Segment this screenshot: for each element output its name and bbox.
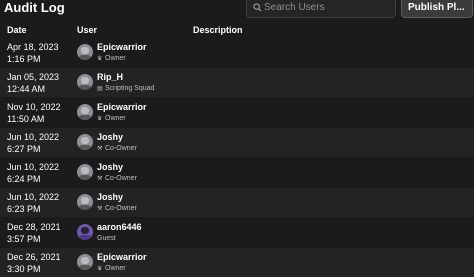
table-row[interactable]: Jun 10, 2022 6:24 PM Joshy ⚒ Co-Owner bbox=[0, 158, 474, 187]
role-label: Owner bbox=[105, 265, 126, 272]
avatar-body bbox=[79, 205, 91, 210]
row-datetime: Dec 28, 2021 3:57 PM bbox=[7, 221, 61, 245]
row-date: Jun 10, 2022 bbox=[7, 132, 60, 142]
row-time: 3:30 PM bbox=[7, 264, 41, 274]
search-input[interactable] bbox=[264, 0, 392, 15]
user-role: ♛ Owner bbox=[97, 265, 126, 272]
avatar-body bbox=[79, 145, 91, 150]
user-role: Guest bbox=[97, 235, 116, 242]
table-row[interactable]: Jun 10, 2022 6:27 PM Joshy ⚒ Co-Owner bbox=[0, 128, 474, 157]
role-label: Co-Owner bbox=[105, 145, 137, 152]
row-date: Jun 10, 2022 bbox=[7, 162, 60, 172]
username-link[interactable]: aaron6446 bbox=[97, 222, 142, 232]
table-row[interactable]: Jun 10, 2022 6:23 PM Joshy ⚒ Co-Owner bbox=[0, 188, 474, 217]
avatar[interactable] bbox=[77, 134, 93, 150]
row-time: 12:44 AM bbox=[7, 84, 46, 94]
username-link[interactable]: Rip_H bbox=[97, 72, 123, 82]
avatar-head bbox=[81, 137, 89, 144]
wrench-icon: ⚒ bbox=[97, 176, 103, 182]
wrench-icon: ⚒ bbox=[97, 206, 103, 212]
table-row[interactable]: Dec 26, 2021 3:30 PM Epicwarrior ♛ Owner bbox=[0, 248, 474, 277]
script-icon: ▤ bbox=[97, 86, 103, 92]
role-label: Co-Owner bbox=[105, 175, 137, 182]
role-label: Guest bbox=[97, 235, 116, 242]
table-row[interactable]: Jan 05, 2023 12:44 AM Rip_H ▤ Scripting Squa… bbox=[0, 68, 474, 97]
table-row[interactable]: Dec 28, 2021 3:57 PM aaron6446 Guest bbox=[0, 218, 474, 247]
publish-button[interactable]: Publish Pl... bbox=[401, 0, 473, 18]
avatar[interactable] bbox=[77, 224, 93, 240]
avatar-body bbox=[79, 235, 91, 240]
wrench-icon: ⚒ bbox=[97, 146, 103, 152]
row-time: 11:50 AM bbox=[7, 114, 45, 124]
crown-icon: ♛ bbox=[97, 266, 103, 272]
avatar-body bbox=[79, 175, 91, 180]
avatar-head bbox=[81, 257, 89, 264]
username-link[interactable]: Joshy bbox=[97, 192, 123, 202]
table-row[interactable]: Nov 10, 2022 11:50 AM Epicwarrior ♛ Owner bbox=[0, 98, 474, 127]
row-date: Dec 28, 2021 bbox=[7, 222, 61, 232]
avatar-head bbox=[81, 47, 89, 54]
avatar[interactable] bbox=[77, 194, 93, 210]
crown-icon: ♛ bbox=[97, 116, 103, 122]
avatar-head bbox=[81, 167, 89, 174]
username-link[interactable]: Epicwarrior bbox=[97, 42, 147, 52]
role-label: Scripting Squad bbox=[105, 85, 155, 92]
column-header-description[interactable]: Description bbox=[193, 25, 243, 35]
user-role: ⚒ Co-Owner bbox=[97, 145, 137, 152]
column-header-date[interactable]: Date bbox=[7, 25, 27, 35]
header: Audit Log Publish Pl... bbox=[0, 0, 474, 22]
row-date: Jun 10, 2022 bbox=[7, 192, 60, 202]
row-datetime: Apr 18, 2023 1:16 PM bbox=[7, 41, 59, 65]
row-date: Dec 26, 2021 bbox=[7, 252, 61, 262]
row-time: 6:24 PM bbox=[7, 174, 41, 184]
username-link[interactable]: Joshy bbox=[97, 132, 123, 142]
avatar-body bbox=[79, 85, 91, 90]
avatar-head bbox=[81, 107, 89, 114]
username-link[interactable]: Epicwarrior bbox=[97, 252, 147, 262]
avatar-body bbox=[79, 55, 91, 60]
role-label: Owner bbox=[105, 115, 126, 122]
row-date: Nov 10, 2022 bbox=[7, 102, 61, 112]
crown-icon: ♛ bbox=[97, 56, 103, 62]
row-datetime: Jun 10, 2022 6:27 PM bbox=[7, 131, 59, 155]
row-datetime: Jun 10, 2022 6:24 PM bbox=[7, 161, 59, 185]
avatar[interactable] bbox=[77, 254, 93, 270]
avatar[interactable] bbox=[77, 104, 93, 120]
table-row[interactable]: Apr 18, 2023 1:16 PM Epicwarrior ♛ Owner bbox=[0, 38, 474, 67]
user-role: ♛ Owner bbox=[97, 55, 126, 62]
row-datetime: Nov 10, 2022 11:50 AM bbox=[7, 101, 61, 125]
row-date: Apr 18, 2023 bbox=[7, 42, 59, 52]
row-datetime: Jun 10, 2022 6:23 PM bbox=[7, 191, 59, 215]
role-label: Co-Owner bbox=[105, 205, 137, 212]
user-role: ▤ Scripting Squad bbox=[97, 85, 154, 92]
avatar[interactable] bbox=[77, 44, 93, 60]
user-role: ⚒ Co-Owner bbox=[97, 205, 137, 212]
column-header-user[interactable]: User bbox=[77, 25, 97, 35]
avatar-head bbox=[81, 197, 89, 204]
search-icon bbox=[253, 3, 262, 12]
user-role: ♛ Owner bbox=[97, 115, 126, 122]
avatar[interactable] bbox=[77, 164, 93, 180]
username-link[interactable]: Epicwarrior bbox=[97, 102, 147, 112]
row-datetime: Jan 05, 2023 12:44 AM bbox=[7, 71, 59, 95]
avatar-head bbox=[81, 77, 89, 84]
row-datetime: Dec 26, 2021 3:30 PM bbox=[7, 251, 61, 275]
page-title: Audit Log bbox=[4, 0, 65, 15]
avatar-body bbox=[79, 265, 91, 270]
avatar-head bbox=[81, 227, 89, 234]
role-label: Owner bbox=[105, 55, 126, 62]
row-time: 1:16 PM bbox=[7, 54, 41, 64]
row-date: Jan 05, 2023 bbox=[7, 72, 60, 82]
avatar-body bbox=[79, 115, 91, 120]
row-time: 6:27 PM bbox=[7, 144, 41, 154]
username-link[interactable]: Joshy bbox=[97, 162, 123, 172]
row-time: 3:57 PM bbox=[7, 234, 41, 244]
user-role: ⚒ Co-Owner bbox=[97, 175, 137, 182]
row-time: 6:23 PM bbox=[7, 204, 41, 214]
avatar[interactable] bbox=[77, 74, 93, 90]
search-box[interactable] bbox=[246, 0, 396, 18]
